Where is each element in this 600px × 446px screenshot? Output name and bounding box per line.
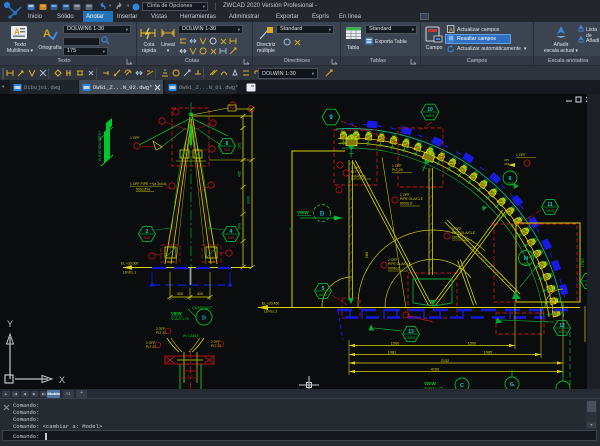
svg-text:PLT 20: PLT 20	[211, 344, 221, 348]
svg-text:A36: A36	[144, 236, 151, 240]
svg-text:1 OFF: 1 OFF	[516, 153, 526, 157]
svg-text:Y: Y	[7, 319, 13, 329]
svg-text:W23: W23	[558, 330, 566, 334]
svg-text:1985: 1985	[484, 350, 492, 354]
svg-text:1500: 1500	[468, 341, 476, 345]
svg-text:289: 289	[364, 251, 369, 258]
svg-text:4: 4	[230, 229, 233, 235]
svg-text:240: 240	[187, 374, 192, 378]
svg-text:479: 479	[504, 162, 509, 166]
svg-text:600SLO: 600SLO	[400, 201, 413, 205]
svg-text:LEVEL 1: LEVEL 1	[123, 271, 136, 275]
svg-text:600SLO: 600SLO	[388, 266, 401, 270]
svg-text:VIEW: VIEW	[171, 311, 182, 316]
svg-text:SCALE 1:75: SCALE 1:75	[171, 317, 189, 321]
svg-text:X: X	[59, 375, 65, 385]
svg-text:D: D	[202, 316, 206, 322]
svg-text:400: 400	[197, 292, 203, 296]
svg-text:13: 13	[408, 329, 414, 335]
svg-text:VIEW: VIEW	[424, 381, 436, 386]
svg-text:PLT 20: PLT 20	[156, 331, 166, 335]
svg-text:1500: 1500	[391, 341, 399, 345]
svg-text:2: 2	[146, 229, 149, 235]
svg-text:1 OFF PIPE ++(a.3x4.6): 1 OFF PIPE ++(a.3x4.6)	[130, 182, 167, 186]
svg-text:A36: A36	[228, 236, 235, 240]
svg-text:W23: W23	[426, 114, 434, 118]
svg-text:W23: W23	[546, 209, 554, 213]
svg-text:W23: W23	[523, 262, 530, 266]
svg-text:ELEVATION NORTH: ELEVATION NORTH	[98, 131, 102, 161]
svg-text:PLT 20: PLT 20	[392, 168, 403, 172]
svg-text:W23: W23	[407, 336, 415, 340]
svg-text:4150: 4150	[431, 367, 439, 371]
svg-text:W5: W5	[224, 148, 230, 152]
svg-text:500Lt/D4: 500Lt/D4	[136, 187, 150, 191]
svg-text:2152: 2152	[441, 359, 449, 363]
svg-text:9: 9	[329, 115, 333, 121]
svg-text:PLT 20: PLT 20	[146, 345, 156, 349]
svg-text:1981: 1981	[388, 350, 396, 354]
svg-text:EL +33.450: EL +33.450	[262, 302, 279, 306]
svg-text:1700: 1700	[580, 258, 585, 268]
svg-text:W23: W23	[319, 293, 327, 297]
svg-text:W23: W23	[507, 182, 514, 186]
svg-text:3300: 3300	[247, 196, 251, 204]
svg-text:11: 11	[547, 202, 553, 208]
svg-text:EL +33.000: EL +33.000	[121, 262, 138, 266]
svg-text:G: G	[510, 382, 514, 388]
svg-text:D: D	[320, 212, 325, 218]
svg-text:(NS4360): (NS4360)	[351, 174, 366, 178]
svg-text:A: A	[14, 28, 20, 37]
svg-text:400: 400	[177, 292, 183, 296]
svg-text:VIEW: VIEW	[297, 210, 309, 215]
svg-text:1: 1	[289, 227, 291, 231]
svg-text:A: A	[43, 28, 51, 40]
svg-text:5: 5	[322, 286, 325, 292]
svg-text:600SLO: 600SLO	[452, 235, 465, 239]
svg-text:A: A	[449, 28, 453, 33]
svg-text:1 OFF: 1 OFF	[130, 136, 140, 140]
svg-text:12: 12	[559, 323, 565, 329]
svg-text:10: 10	[427, 107, 433, 113]
svg-text:165: 165	[238, 143, 242, 149]
svg-text:6: 6	[226, 141, 229, 147]
svg-text:HV CABLE: HV CABLE	[183, 334, 199, 338]
svg-text:W23: W23	[585, 283, 587, 287]
svg-text:940: 940	[238, 223, 242, 229]
svg-text:465: 465	[238, 171, 242, 177]
svg-text:LEVEL 2: LEVEL 2	[264, 310, 277, 314]
